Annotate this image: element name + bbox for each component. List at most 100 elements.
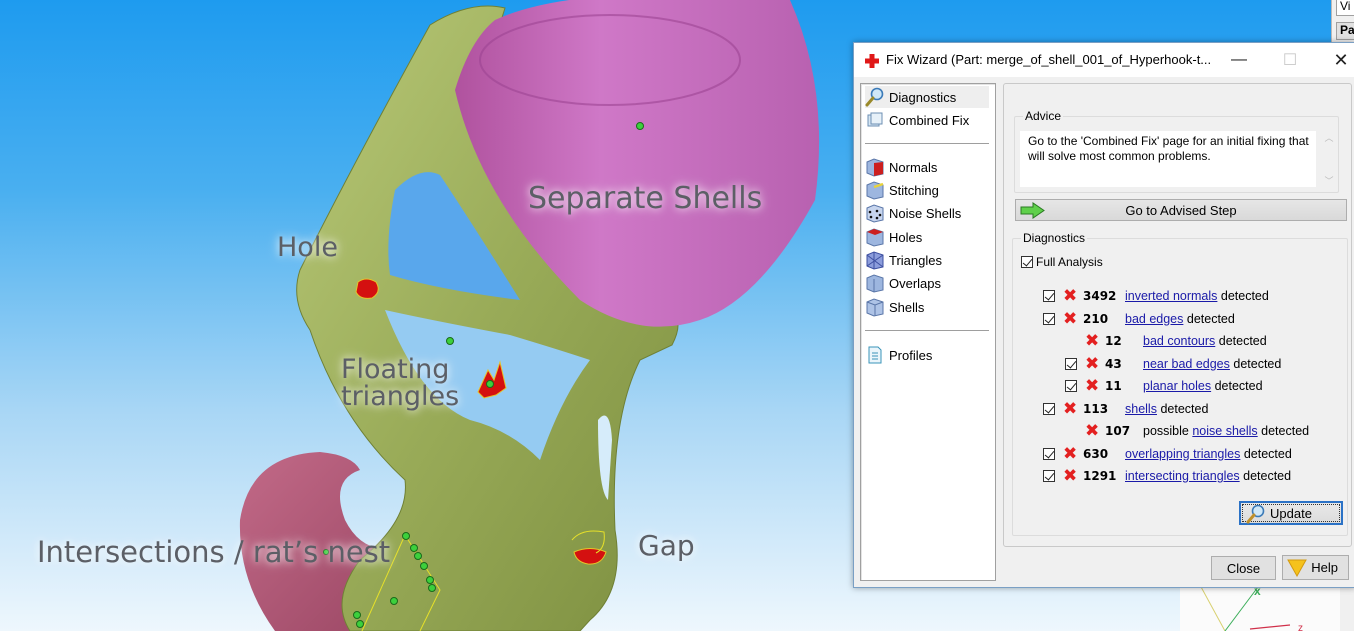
- diagnostic-link[interactable]: noise shells: [1192, 424, 1257, 438]
- sidebar-item-normals[interactable]: Normals: [865, 156, 989, 178]
- diagnostic-prefix: possible: [1143, 424, 1193, 438]
- magnifier-icon: [1246, 504, 1265, 524]
- diagnostic-text: planar holes detected: [1143, 379, 1263, 393]
- diagnostic-count: 630: [1083, 446, 1109, 461]
- overlaps-cube-icon: [866, 274, 884, 293]
- sidebar-item-holes[interactable]: Holes: [865, 226, 989, 248]
- diagnostic-suffix: detected: [1215, 334, 1267, 348]
- hole-defect: [355, 278, 379, 299]
- normals-cube-icon: [866, 158, 884, 177]
- diagnostic-count: 3492: [1083, 289, 1117, 303]
- scroll-down-icon[interactable]: ﹀: [1324, 174, 1333, 187]
- sidebar-item-triangles[interactable]: Triangles: [865, 249, 989, 271]
- sidebar-divider: [865, 143, 989, 145]
- sidebar-item-profiles[interactable]: Profiles: [865, 344, 989, 366]
- diagnostic-checkbox[interactable]: [1043, 402, 1055, 415]
- diagnostic-link[interactable]: planar holes: [1143, 379, 1211, 393]
- close-window-button[interactable]: ✕: [1318, 43, 1354, 77]
- full-analysis-label: Full Analysis: [1036, 255, 1103, 269]
- diagnostic-suffix: detected: [1229, 356, 1282, 371]
- annotation-gap: Gap: [638, 529, 695, 562]
- sidebar-item-overlaps[interactable]: Overlaps: [865, 272, 989, 294]
- background-field-1[interactable]: Vi: [1336, 0, 1354, 16]
- sidebar-item-label: Holes: [889, 229, 923, 245]
- sidebar-item-label: Triangles: [889, 252, 942, 268]
- axis-z-marker: z: [1298, 623, 1303, 631]
- document-icon: [868, 346, 882, 364]
- scroll-up-icon[interactable]: ︿: [1324, 131, 1333, 144]
- diagnostic-checkbox[interactable]: [1065, 380, 1077, 392]
- annotation-floating-triangles: Floating triangles: [341, 356, 459, 410]
- sidebar-item-diagnostics[interactable]: Diagnostics: [865, 86, 989, 108]
- diagnostic-count: 12: [1105, 334, 1122, 348]
- axis-lines: x z: [1199, 584, 1303, 634]
- annotation-intersections: Intersections / rat’s nest: [37, 535, 391, 569]
- error-x-icon: ✖: [1063, 286, 1078, 306]
- diagnostic-checkbox[interactable]: [1065, 357, 1077, 370]
- advice-text: Go to the 'Combined Fix' page for an ini…: [1020, 131, 1316, 187]
- full-analysis-option[interactable]: Full Analysis: [1021, 255, 1103, 269]
- minimize-button[interactable]: —: [1216, 43, 1262, 77]
- diagnostic-count: 113: [1083, 401, 1109, 416]
- wizard-sidebar: Diagnostics Combined Fix Normals Stitchi…: [860, 83, 996, 581]
- combined-fix-icon: [867, 112, 883, 127]
- help-button[interactable]: Help: [1282, 555, 1349, 580]
- sidebar-item-combined-fix[interactable]: Combined Fix: [865, 109, 989, 131]
- error-x-icon: ✖: [1085, 331, 1100, 351]
- full-analysis-checkbox[interactable]: [1021, 256, 1033, 268]
- diagnostic-text: near bad edges detected: [1143, 357, 1281, 371]
- annotation-separate-shells: Separate Shells: [528, 181, 763, 216]
- diagnostic-checkbox[interactable]: [1043, 447, 1055, 460]
- diagnostic-count: 1291: [1083, 469, 1117, 483]
- diagnostic-count: 11: [1105, 379, 1122, 393]
- dialog-titlebar[interactable]: Fix Wizard (Part: merge_of_shell_001_of_…: [854, 43, 1354, 77]
- diagnostic-count: 210: [1083, 311, 1109, 326]
- update-button[interactable]: Update: [1239, 501, 1343, 525]
- diagnostic-row: ✖ 3492 inverted normals detected: [1043, 287, 1343, 305]
- diagnostic-text: intersecting triangles detected: [1125, 469, 1291, 483]
- annotation-hole: Hole: [277, 232, 338, 263]
- sidebar-item-stitching[interactable]: Stitching: [865, 179, 989, 201]
- diagnostic-checkbox[interactable]: [1043, 312, 1055, 325]
- sidebar-item-noise-shells[interactable]: Noise Shells: [865, 202, 989, 224]
- annotation-floating-line2: triangles: [341, 381, 460, 412]
- diagnostic-suffix: detected: [1217, 289, 1269, 303]
- error-x-icon: ✖: [1063, 398, 1078, 419]
- background-field-2[interactable]: Pa: [1336, 22, 1354, 40]
- diagnostic-checkbox[interactable]: [1043, 470, 1055, 482]
- fix-wizard-dialog: Fix Wizard (Part: merge_of_shell_001_of_…: [853, 42, 1354, 588]
- go-to-advised-step-label: Go to Advised Step: [1125, 202, 1237, 218]
- diagnostic-row: ✖ 210 bad edges detected: [1043, 310, 1343, 328]
- diagnostic-count: 107: [1105, 424, 1131, 438]
- sidebar-item-label: Overlaps: [889, 275, 942, 291]
- sidebar-item-shells[interactable]: Shells: [865, 296, 989, 318]
- maximize-button[interactable]: ☐: [1267, 43, 1313, 77]
- diagnostic-text: bad edges detected: [1125, 312, 1235, 326]
- diagnostic-link[interactable]: shells: [1125, 402, 1157, 416]
- advice-title: Advice: [1023, 109, 1064, 123]
- wizard-content-panel: Advice Go to the 'Combined Fix' page for…: [1003, 83, 1352, 547]
- update-label: Update: [1270, 505, 1312, 521]
- diagnostic-link[interactable]: bad contours: [1143, 334, 1215, 348]
- holes-cube-icon: [866, 228, 884, 247]
- diagnostic-checkbox[interactable]: [1043, 290, 1055, 302]
- sidebar-item-label: Noise Shells: [889, 205, 962, 221]
- diagnostic-text: bad contours detected: [1143, 334, 1267, 348]
- advice-scrollbar[interactable]: ︿ ﹀: [1322, 131, 1336, 187]
- diagnostic-link[interactable]: bad edges: [1125, 312, 1183, 326]
- diagnostic-text: possible noise shells detected: [1143, 424, 1309, 438]
- sidebar-divider: [865, 330, 989, 332]
- diagnostic-row: ✖ 630 overlapping triangles detected: [1043, 445, 1343, 463]
- diagnostic-count: 43: [1105, 356, 1122, 371]
- diagnostic-link[interactable]: intersecting triangles: [1125, 469, 1240, 483]
- diagnostic-link[interactable]: inverted normals: [1125, 289, 1217, 303]
- diagnostics-group: Diagnostics Full Analysis ✖ 3492 inverted …: [1012, 231, 1348, 536]
- close-button[interactable]: Close: [1211, 556, 1276, 580]
- diagnostic-row: ✖ 12 bad contours detected: [1065, 332, 1343, 350]
- diagnostic-link[interactable]: overlapping triangles: [1125, 447, 1240, 461]
- error-x-icon: ✖: [1085, 376, 1100, 396]
- go-to-advised-step-button[interactable]: Go to Advised Step: [1015, 199, 1347, 221]
- diagnostic-text: inverted normals detected: [1125, 289, 1269, 303]
- stitching-cube-icon: [866, 181, 884, 200]
- diagnostic-link[interactable]: near bad edges: [1143, 357, 1230, 371]
